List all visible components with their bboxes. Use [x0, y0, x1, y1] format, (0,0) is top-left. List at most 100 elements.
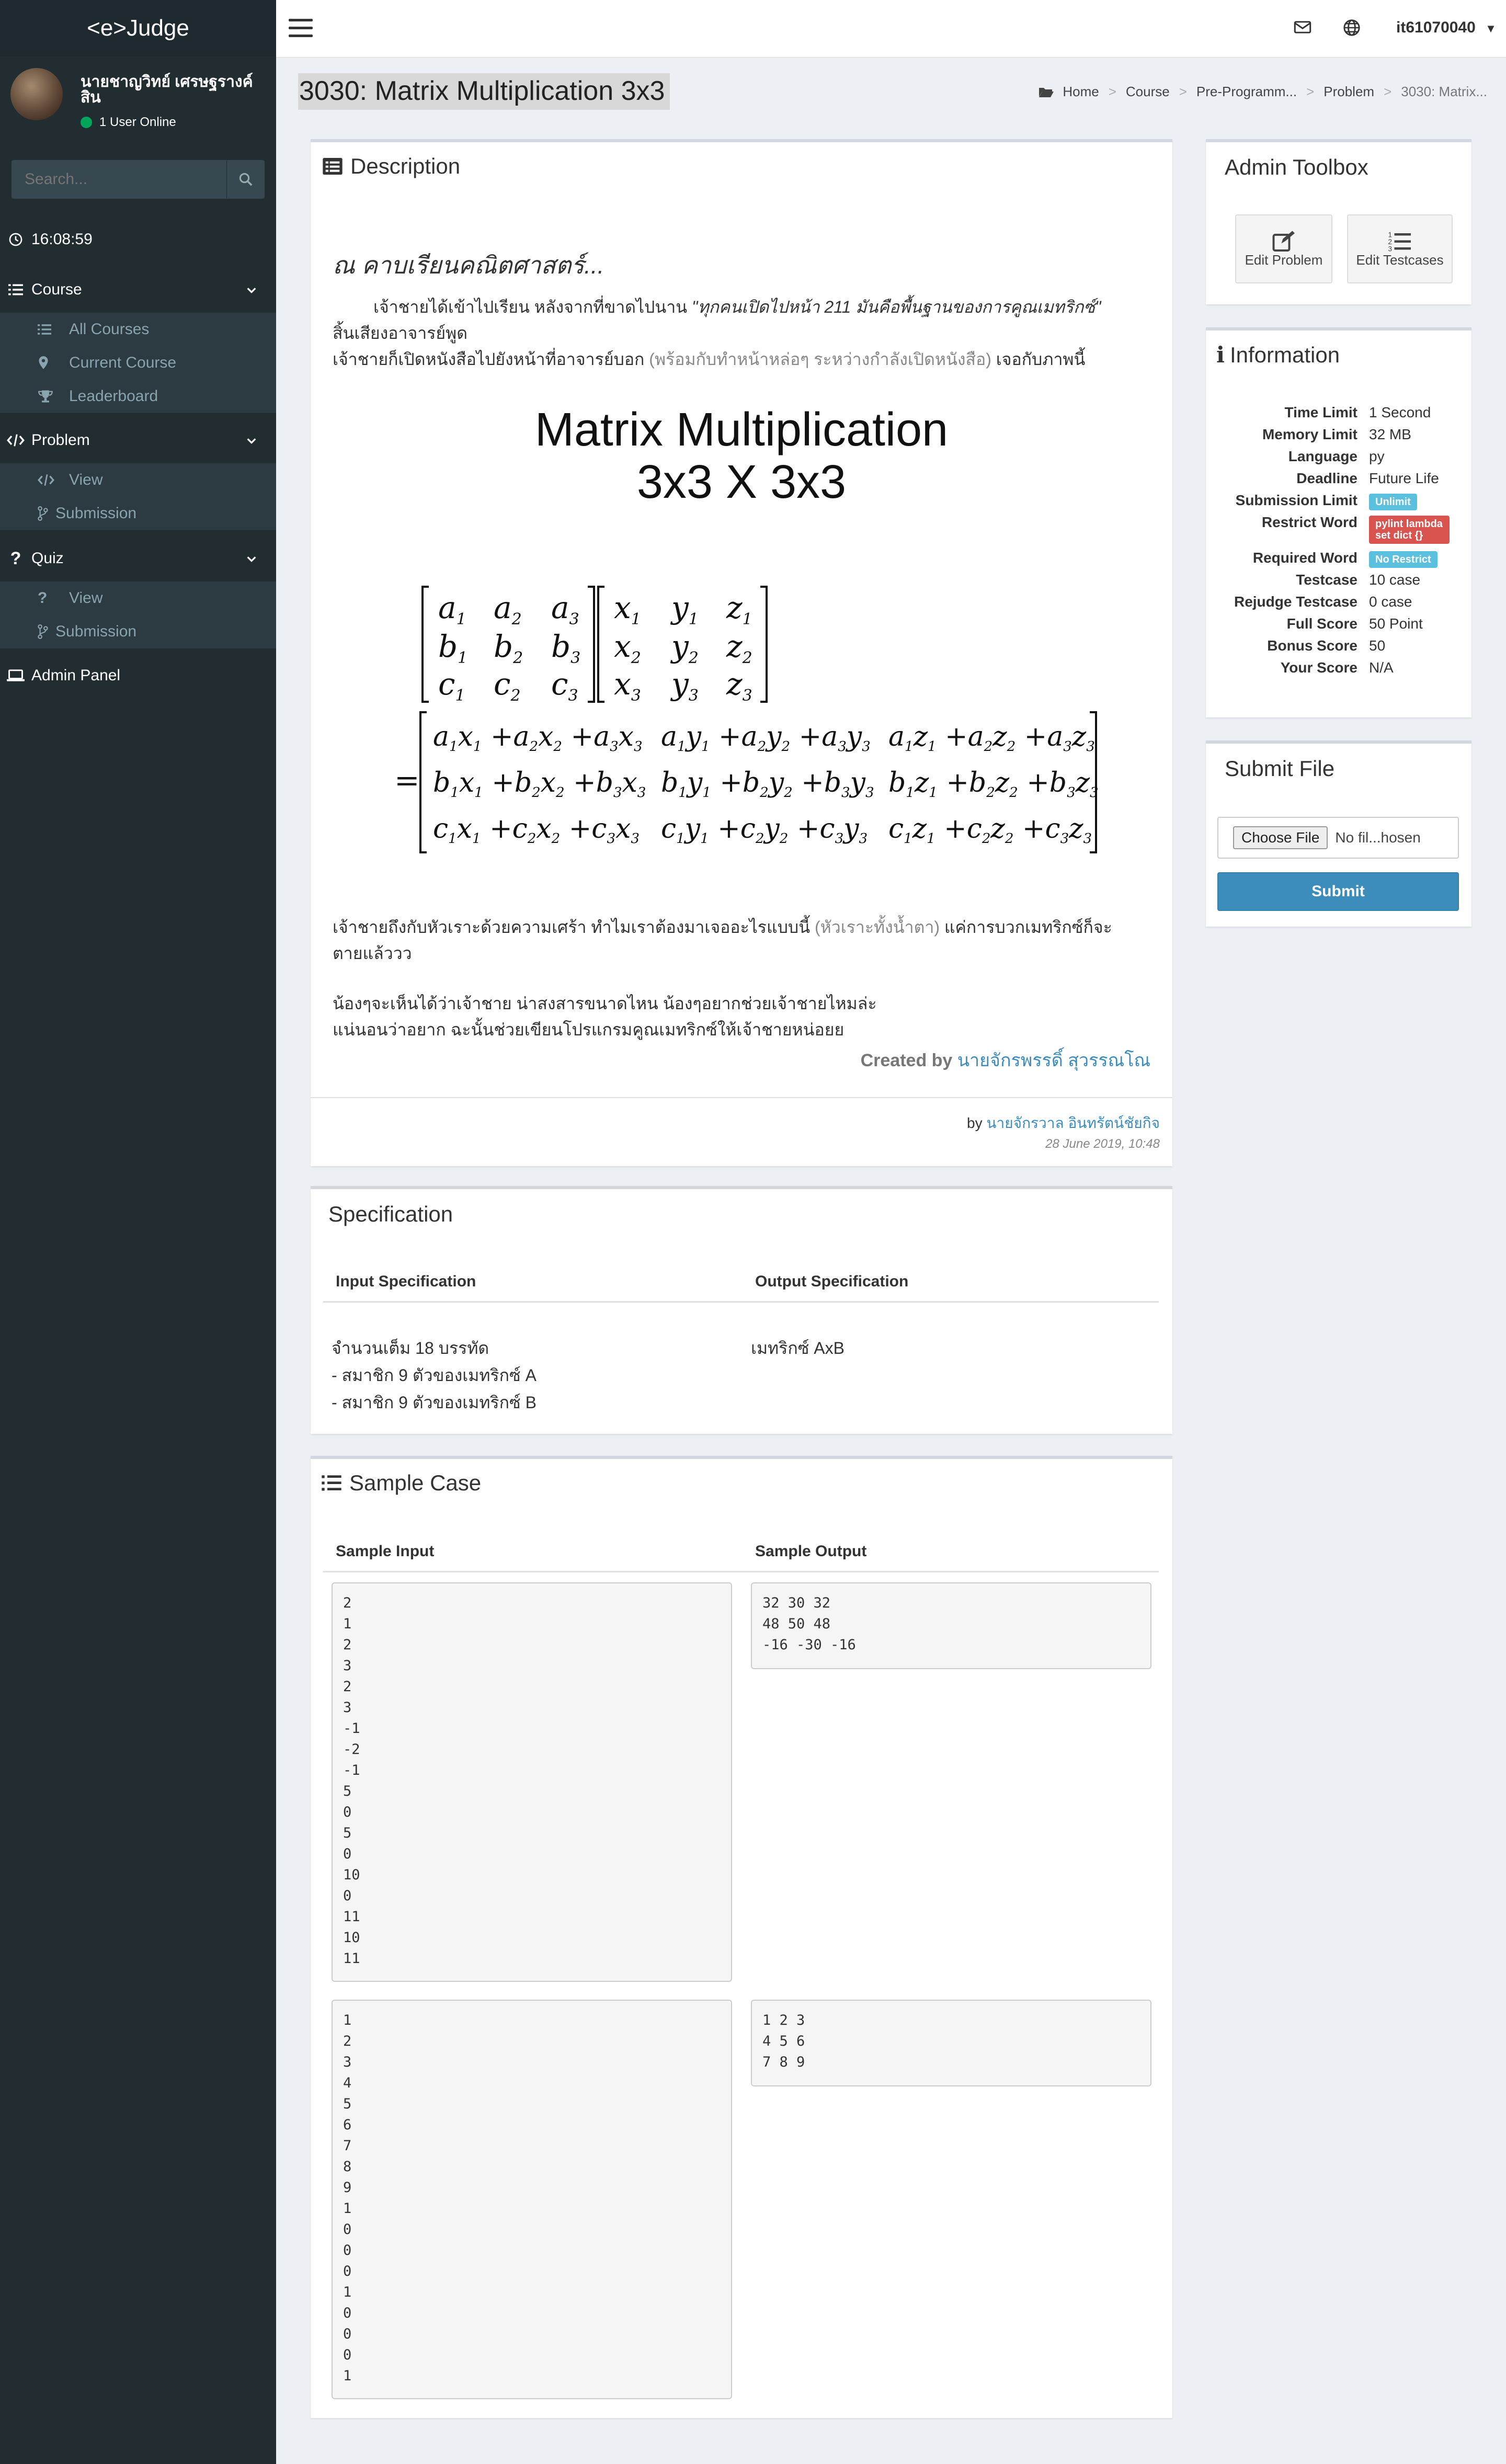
info-row: Submission Limit Unlimit	[1206, 489, 1473, 511]
sidebar-item-problem-submission[interactable]: Submission	[0, 497, 276, 530]
course-submenu: All Courses Current Course Leaderboard	[0, 313, 276, 413]
breadcrumb-pre-programming[interactable]: Pre-Programm...	[1196, 84, 1297, 100]
sample-input-1[interactable]: 2 1 2 3 2 3 -1 -2 -1 5 0 5 0 10 0 11 10 …	[332, 1582, 732, 1982]
edit-problem-button[interactable]: Edit Problem	[1235, 214, 1332, 283]
information-title: Information	[1229, 342, 1340, 367]
description-paragraph-1: เจ้าชายได้เข้าไปเรียน หลังจากที่ขาดไปนาน…	[333, 294, 1159, 372]
divider	[311, 1097, 1172, 1098]
input-spec-line: จำนวนเต็ม 18 บรรทัด	[332, 1339, 489, 1358]
breadcrumb-course[interactable]: Course	[1126, 84, 1170, 100]
edit-testcases-label: Edit Testcases	[1356, 252, 1444, 268]
sample-output-2[interactable]: 1 2 3 4 5 6 7 8 9	[751, 2000, 1151, 2086]
app-logo[interactable]: <e>Judge	[0, 0, 276, 56]
svg-text:b1: b1	[438, 629, 467, 667]
sidebar-item-all-courses[interactable]: All Courses	[0, 313, 276, 346]
created-by-name[interactable]: นายจักรพรรดิ์ สุวรรณโณ	[957, 1051, 1150, 1070]
p4-text: น้องๆจะเห็นได้ว่าเจ้าชาย น่าสงสารขนาดไหน…	[333, 994, 877, 1013]
p1-text: เจ้าชายได้เข้าไปเรียน หลังจากที่ขาดไปนาน	[373, 298, 688, 316]
info-row: Required Word No Restrict	[1206, 547, 1473, 569]
output-spec: เมทริกซ์ AxB	[751, 1339, 845, 1358]
matrix-image-title-line2: 3x3 X 3x3	[636, 456, 847, 508]
info-label: Your Score	[1280, 659, 1357, 676]
p1-end: สิ้นเสียงอาจารย์พูด	[333, 324, 467, 343]
sample-output-header: Sample Output	[755, 1543, 867, 1560]
user-name: นายชาญวิทย์ เศรษฐรางค์สิน	[81, 73, 253, 106]
sidebar-item-leaderboard[interactable]: Leaderboard	[0, 380, 276, 413]
problem-submenu: View Submission	[0, 463, 276, 530]
breadcrumb-current: 3030: Matrix...	[1401, 84, 1487, 99]
input-spec: จำนวนเต็ม 18 บรรทัด - สมาชิก 9 ตัวของเมท…	[332, 1334, 537, 1416]
sample-case-title: Sample Case	[349, 1470, 482, 1495]
breadcrumb-home[interactable]: Home	[1063, 84, 1099, 100]
svg-text:c1z1 +c2z2 +c3z3: c1z1 +c2z2 +c3z3	[888, 813, 1092, 847]
choose-file-button[interactable]: Choose File	[1233, 826, 1328, 849]
breadcrumb: Home > Course > Pre-Programm... > Proble…	[1039, 84, 1487, 100]
submit-file-title: Submit File	[1225, 756, 1335, 781]
sidebar-item-course[interactable]: Course	[0, 269, 276, 311]
admin-toolbox: Admin Toolbox Edit Problem 123 Edit Test…	[1206, 139, 1471, 304]
sidebar-item-label: Admin Panel	[31, 667, 121, 684]
svg-text:z1: z1	[726, 590, 752, 629]
sample-output-1[interactable]: 32 30 32 48 50 48 -16 -30 -16	[751, 1582, 1151, 1669]
sidebar-subitem-label: View	[69, 471, 103, 488]
author-name[interactable]: นายจักรวาล อินทรัตน์ชัยกิจ	[986, 1115, 1160, 1131]
restrict-badge: pylint lambda set dict {}	[1369, 516, 1450, 544]
list-ol-icon: 123	[1388, 231, 1411, 252]
sidebar-item-quiz[interactable]: ? Quiz	[0, 538, 276, 579]
svg-text:b1y1 +b2y2 +b3y3: b1y1 +b2y2 +b3y3	[661, 767, 874, 801]
svg-text:a1y1 +a2y2 +a3y3: a1y1 +a2y2 +a3y3	[661, 721, 871, 755]
p2-end: เจอกับภาพนี้	[996, 350, 1086, 369]
info-value-cell: No Restrict	[1369, 547, 1473, 569]
info-value: py	[1369, 448, 1385, 464]
info-label: Memory Limit	[1262, 426, 1357, 442]
search-input[interactable]	[12, 161, 226, 198]
svg-text:b2: b2	[494, 629, 523, 667]
created-by-label: Created by	[860, 1051, 953, 1070]
chevron-down-icon	[246, 282, 257, 300]
sidebar-item-current-course[interactable]: Current Course	[0, 346, 276, 380]
globe-icon[interactable]	[1343, 19, 1361, 37]
code-branch-icon	[38, 624, 55, 639]
info-label: Required Word	[1252, 550, 1357, 566]
sidebar-item-quiz-submission[interactable]: Submission	[0, 615, 276, 648]
envelope-icon[interactable]	[1294, 20, 1311, 35]
svg-text:y1: y1	[670, 590, 699, 629]
admin-toolbox-title: Admin Toolbox	[1225, 155, 1368, 179]
edit-testcases-button[interactable]: 123 Edit Testcases	[1347, 214, 1453, 283]
info-value: 32 MB	[1369, 426, 1411, 442]
file-input[interactable]: Choose File No fil...hosen	[1217, 817, 1459, 859]
sidebar-item-problem[interactable]: Problem	[0, 419, 276, 461]
svg-text:z2: z2	[726, 629, 752, 667]
search-button[interactable]	[226, 161, 264, 198]
chevron-down-icon	[246, 433, 257, 451]
sample-case-box: Sample Case Sample Input Sample Output 2…	[311, 1456, 1172, 2418]
svg-text:y3: y3	[670, 666, 699, 705]
folder-open-icon	[1039, 87, 1054, 97]
info-value: 10 case	[1369, 572, 1421, 588]
info-row: Deadline Future Life	[1206, 467, 1473, 489]
info-value: 50	[1369, 637, 1386, 654]
sidebar-item-problem-view[interactable]: View	[0, 463, 276, 497]
menu-toggle-icon[interactable]	[289, 19, 313, 39]
breadcrumb-separator: >	[1306, 84, 1315, 99]
submit-button[interactable]: Submit	[1217, 872, 1459, 911]
svg-text:c1: c1	[438, 666, 465, 705]
info-label: Restrict Word	[1261, 514, 1357, 530]
sample-input-2[interactable]: 1 2 3 4 5 6 7 8 9 1 0 0 0 1 0 0 0 1	[332, 2000, 732, 2399]
list-alt-icon	[323, 158, 343, 175]
sidebar-item-admin-panel[interactable]: Admin Panel	[0, 655, 276, 697]
info-row: Bonus Score 50	[1206, 635, 1473, 657]
user-menu[interactable]: it61070040 ▼	[1396, 19, 1497, 37]
input-spec-line: - สมาชิก 9 ตัวของเมทริกซ์ A	[332, 1366, 537, 1385]
sidebar-item-quiz-view[interactable]: ? View	[0, 581, 276, 615]
svg-text:y2: y2	[670, 629, 699, 667]
information-header: i Information	[1216, 342, 1340, 368]
info-value: 50 Point	[1369, 615, 1423, 632]
specification-title: Specification	[328, 1202, 453, 1226]
svg-text:c3: c3	[551, 666, 578, 705]
code-icon	[0, 434, 31, 447]
breadcrumb-problem[interactable]: Problem	[1324, 84, 1374, 100]
info-icon: i	[1216, 342, 1225, 368]
online-dot-icon	[81, 117, 92, 128]
created-by: Created by นายจักรพรรดิ์ สุวรรณโณ	[861, 1046, 1150, 1074]
